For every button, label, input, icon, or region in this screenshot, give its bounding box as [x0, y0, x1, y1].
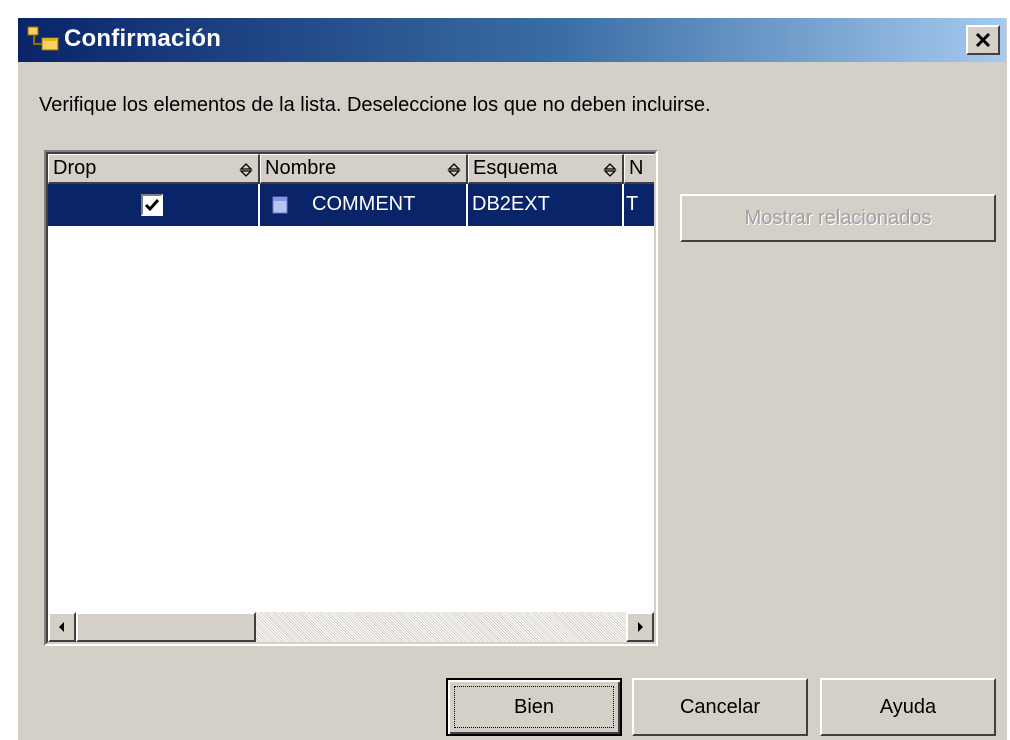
nombre-value: COMMENT — [312, 193, 416, 215]
column-header-esquema[interactable]: Esquema — [468, 154, 624, 184]
close-icon — [975, 32, 991, 48]
help-label: Ayuda — [879, 695, 937, 718]
ok-label: Bien — [513, 695, 555, 718]
focus-ring: Bien — [454, 686, 614, 728]
column-header-nombre[interactable]: Nombre — [260, 154, 468, 184]
show-related-label: Mostrar relacionados — [744, 206, 932, 229]
cell-extra: T — [624, 184, 654, 226]
scroll-right-button[interactable] — [626, 612, 654, 642]
esquema-value: DB2EXT — [472, 193, 550, 215]
cell-drop — [48, 184, 260, 226]
dialog-title: Confirmación — [64, 25, 222, 52]
db-tables-icon — [27, 26, 59, 51]
instruction-text: Verifique los elementos de la lista. Des… — [39, 94, 711, 116]
table-icon — [272, 196, 288, 214]
ok-button[interactable]: Bien — [446, 678, 622, 736]
drop-checkbox[interactable] — [141, 194, 163, 216]
cell-nombre: COMMENT — [260, 184, 468, 226]
show-related-button[interactable]: Mostrar relacionados — [680, 194, 996, 242]
column-label: Drop — [53, 157, 97, 179]
arrow-left-icon — [59, 622, 64, 632]
table-header: Drop Nombre Esquema N — [48, 154, 654, 184]
items-table[interactable]: Drop Nombre Esquema N COMMENT DB2EXT T — [44, 150, 658, 646]
sort-updown-icon — [239, 163, 253, 177]
column-header-n[interactable]: N — [624, 154, 654, 184]
cancel-label: Cancelar — [679, 695, 761, 718]
cell-esquema: DB2EXT — [468, 184, 624, 226]
column-label: Nombre — [265, 157, 337, 179]
sort-updown-icon — [603, 163, 617, 177]
column-label: N — [629, 157, 644, 179]
column-header-drop[interactable]: Drop — [48, 154, 260, 184]
arrow-right-icon — [638, 622, 643, 632]
column-label: Esquema — [473, 157, 558, 179]
checkmark-icon — [144, 199, 160, 212]
scroll-thumb[interactable] — [76, 612, 256, 642]
table-row[interactable]: COMMENT DB2EXT T — [48, 184, 654, 226]
title-bar[interactable]: Confirmación — [18, 18, 1006, 62]
scroll-left-button[interactable] — [48, 612, 76, 642]
close-button[interactable] — [966, 25, 1000, 55]
horizontal-scrollbar[interactable] — [48, 612, 654, 642]
help-button[interactable]: Ayuda — [820, 678, 996, 736]
confirmation-dialog: Confirmación Verifique los elementos de … — [17, 17, 1007, 740]
sort-updown-icon — [447, 163, 461, 177]
extra-value: T — [626, 193, 639, 215]
cancel-button[interactable]: Cancelar — [632, 678, 808, 736]
